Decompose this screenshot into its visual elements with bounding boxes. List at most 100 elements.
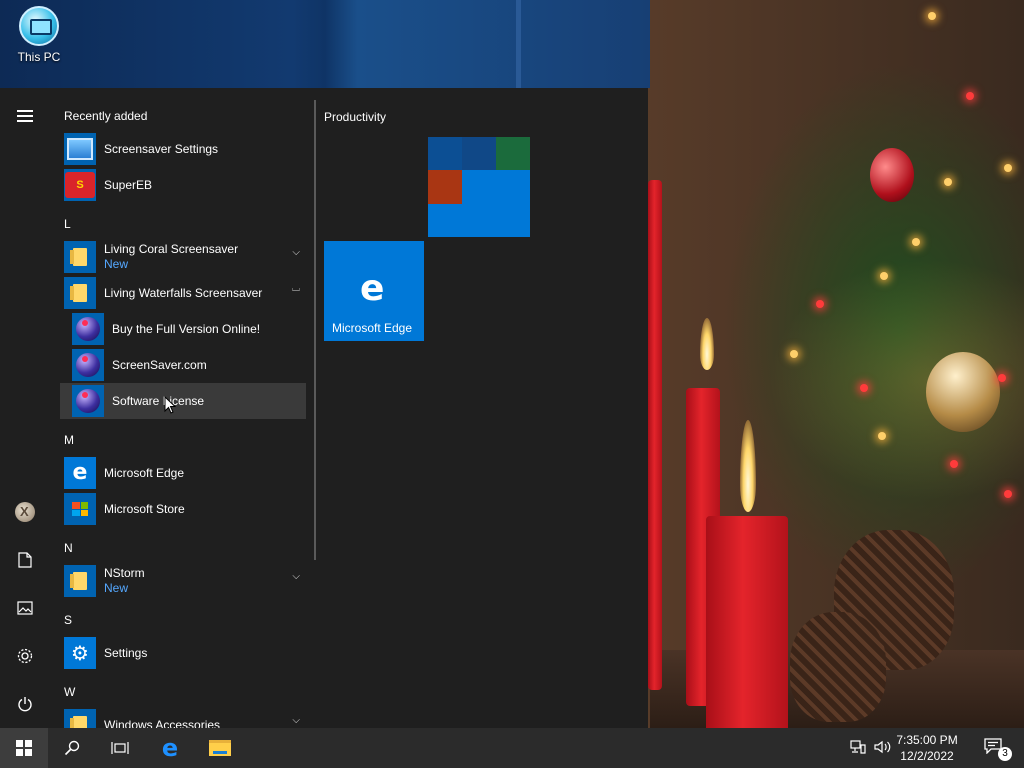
folder-nstorm[interactable]: NStorm New ⌵	[60, 563, 306, 599]
folder-living-waterfalls-screensaver[interactable]: Living Waterfalls Screensaver ⌴	[60, 275, 306, 311]
app-buy-full-version-online[interactable]: Buy the Full Version Online!	[60, 311, 306, 347]
folder-living-coral-screensaver[interactable]: Living Coral Screensaver New ⌵	[60, 239, 306, 275]
screensaver-orb-icon	[76, 317, 100, 341]
taskbar-clock[interactable]: 7:35:00 PM 12/2/2022	[892, 732, 962, 764]
app-microsoft-edge[interactable]: e Microsoft Edge	[60, 455, 306, 491]
wallpaper-light	[1004, 490, 1012, 498]
search-icon	[64, 740, 80, 756]
documents-button[interactable]	[5, 540, 45, 580]
folder-windows-accessories[interactable]: Windows Accessories ⌵	[60, 707, 306, 728]
mini-tile	[496, 203, 530, 237]
tile-group-title[interactable]: Productivity	[324, 110, 386, 124]
app-list-scrollbar[interactable]	[314, 100, 316, 560]
edge-taskbar-button[interactable]: e	[146, 728, 194, 768]
section-header-w[interactable]: W	[64, 685, 75, 699]
section-header-m[interactable]: M	[64, 433, 74, 447]
app-label: Windows Accessories	[104, 717, 221, 729]
file-explorer-button[interactable]	[196, 728, 244, 768]
task-view-button[interactable]	[96, 728, 144, 768]
app-label: Living Waterfalls Screensaver	[104, 285, 263, 300]
notification-count-badge: 3	[998, 747, 1012, 761]
section-header-s[interactable]: S	[64, 613, 72, 627]
wallpaper-light	[950, 460, 958, 468]
supereb-icon: S	[65, 172, 95, 198]
chevron-up-icon[interactable]: ⌴	[292, 283, 300, 294]
mini-tile	[462, 203, 496, 237]
tile-microsoft-edge[interactable]: e Microsoft Edge	[324, 241, 424, 341]
app-label: Software License	[112, 393, 205, 408]
chevron-down-icon[interactable]: ⌵	[292, 715, 300, 726]
screensaver-settings-icon	[67, 138, 93, 160]
wallpaper-light	[928, 12, 936, 20]
tile-folder-group[interactable]	[428, 137, 530, 237]
hamburger-icon[interactable]	[5, 96, 45, 136]
wallpaper-flame	[740, 420, 756, 512]
app-software-license[interactable]: Software License	[60, 383, 306, 419]
search-button[interactable]	[48, 728, 96, 768]
file-explorer-icon	[209, 740, 231, 756]
start-button[interactable]	[0, 728, 48, 768]
tiles-panel: Productivity e Microsoft Edge	[324, 88, 644, 728]
wallpaper-light	[880, 272, 888, 280]
action-center-button[interactable]: 3	[984, 738, 1012, 761]
section-header-l[interactable]: L	[64, 217, 71, 231]
app-microsoft-store[interactable]: Microsoft Store	[60, 491, 306, 527]
folder-icon	[70, 716, 87, 728]
documents-icon	[18, 552, 32, 568]
store-bag-icon	[72, 502, 88, 516]
wallpaper-light	[912, 238, 920, 246]
section-header-n[interactable]: N	[64, 541, 73, 555]
volume-icon[interactable]	[874, 740, 892, 754]
wallpaper-light	[790, 350, 798, 358]
desktop-icon-label: This PC	[17, 50, 61, 64]
settings-button[interactable]	[5, 636, 45, 676]
chevron-down-icon[interactable]: ⌵	[292, 571, 300, 582]
settings-gear-icon	[17, 648, 33, 664]
desktop-icon-this-pc[interactable]: This PC	[10, 6, 68, 64]
start-menu-rail	[0, 88, 50, 728]
app-label: ScreenSaver.com	[112, 357, 207, 372]
app-label: Buy the Full Version Online!	[112, 321, 261, 336]
mini-tile	[462, 137, 496, 171]
app-label: Settings	[104, 645, 148, 660]
mini-tile	[496, 137, 530, 171]
app-label: Microsoft Store	[104, 501, 185, 516]
pictures-button[interactable]	[5, 588, 45, 628]
user-account-button[interactable]	[5, 492, 45, 532]
this-pc-icon	[19, 6, 59, 46]
wallpaper-ornament	[926, 352, 1000, 432]
wallpaper-light	[1004, 164, 1012, 172]
app-label: Living Coral Screensaver	[104, 242, 239, 256]
chevron-down-icon[interactable]: ⌵	[292, 247, 300, 258]
pictures-icon	[17, 601, 33, 615]
app-label: NStorm	[104, 566, 145, 580]
task-view-icon	[111, 742, 129, 754]
app-label: Microsoft Edge	[104, 465, 185, 480]
app-list: Recently added Screensaver Settings S Su…	[58, 88, 310, 728]
app-screensaver-com[interactable]: ScreenSaver.com	[60, 347, 306, 383]
wallpaper-candle-tall	[648, 180, 662, 690]
app-label: SuperEB	[104, 177, 153, 192]
wallpaper-ornament	[870, 148, 914, 202]
app-settings[interactable]: ⚙ Settings	[60, 635, 306, 671]
power-icon	[18, 697, 32, 712]
wallpaper-light	[816, 300, 824, 308]
wallpaper-light	[860, 384, 868, 392]
edge-icon: e	[360, 268, 385, 309]
mini-tile	[462, 170, 496, 204]
folder-icon	[70, 572, 87, 590]
wallpaper-night-window	[0, 0, 650, 88]
edge-icon: e	[161, 734, 179, 762]
app-screensaver-settings[interactable]: Screensaver Settings	[60, 131, 306, 167]
mini-tile	[428, 137, 462, 171]
new-badge: New	[104, 257, 129, 271]
wallpaper-candle-pillar	[706, 516, 788, 728]
network-icon[interactable]	[850, 740, 866, 754]
power-button[interactable]	[5, 684, 45, 724]
tile-label: Microsoft Edge	[332, 321, 413, 335]
user-avatar	[15, 502, 35, 522]
edge-icon: e	[72, 460, 88, 485]
mini-tile	[428, 203, 462, 237]
windows-logo-icon	[16, 740, 32, 756]
app-supereb[interactable]: S SuperEB	[60, 167, 306, 203]
